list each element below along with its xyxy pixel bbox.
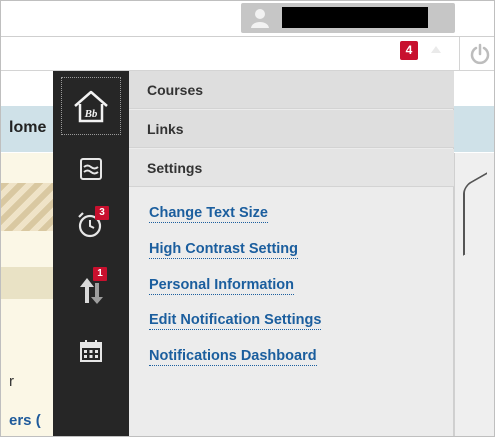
content-link-partial[interactable]: ers (: [9, 412, 41, 429]
user-name-redacted: [282, 7, 428, 28]
content-bar: [1, 267, 61, 299]
rail-home-button[interactable]: Bb: [61, 77, 121, 135]
header-bar: [1, 37, 494, 71]
menu-tab-courses[interactable]: Courses: [129, 71, 454, 109]
panel-arrow-decoration: [463, 172, 487, 256]
alerts-count-badge: 3: [95, 206, 109, 220]
notification-count-badge[interactable]: 4: [400, 41, 418, 60]
rail-calendar-button[interactable]: [61, 331, 121, 371]
header-divider: [459, 37, 460, 71]
content-text-partial: r: [9, 373, 14, 390]
hatched-banner: [1, 183, 61, 231]
home-logo-text: Bb: [84, 108, 98, 120]
caret-up-icon[interactable]: [431, 46, 441, 53]
rail-alerts-button[interactable]: [61, 201, 121, 247]
user-avatar-icon: [251, 9, 269, 28]
link-edit-notification-settings[interactable]: Edit Notification Settings: [149, 312, 322, 330]
menu-tab-links[interactable]: Links: [129, 110, 454, 148]
menu-tab-settings[interactable]: Settings: [129, 149, 454, 187]
rail-updates-button[interactable]: [61, 267, 121, 313]
user-menu-widget[interactable]: [241, 3, 455, 33]
page-frame: 4 lome r ers ( Bb 3 1 Courses Links Sett…: [0, 0, 495, 437]
link-personal-information[interactable]: Personal Information: [149, 277, 295, 295]
updates-count-badge: 1: [93, 267, 107, 281]
home-title-partial: lome: [9, 119, 47, 136]
activity-stream-icon: [80, 158, 102, 180]
link-change-text-size[interactable]: Change Text Size: [149, 205, 268, 223]
power-icon[interactable]: [469, 43, 491, 65]
calendar-icon: [80, 340, 102, 362]
home-bb-icon: Bb: [74, 90, 108, 123]
link-high-contrast-setting[interactable]: High Contrast Setting: [149, 241, 299, 259]
rail-wave-button[interactable]: [61, 151, 121, 187]
link-notifications-dashboard[interactable]: Notifications Dashboard: [149, 348, 317, 366]
